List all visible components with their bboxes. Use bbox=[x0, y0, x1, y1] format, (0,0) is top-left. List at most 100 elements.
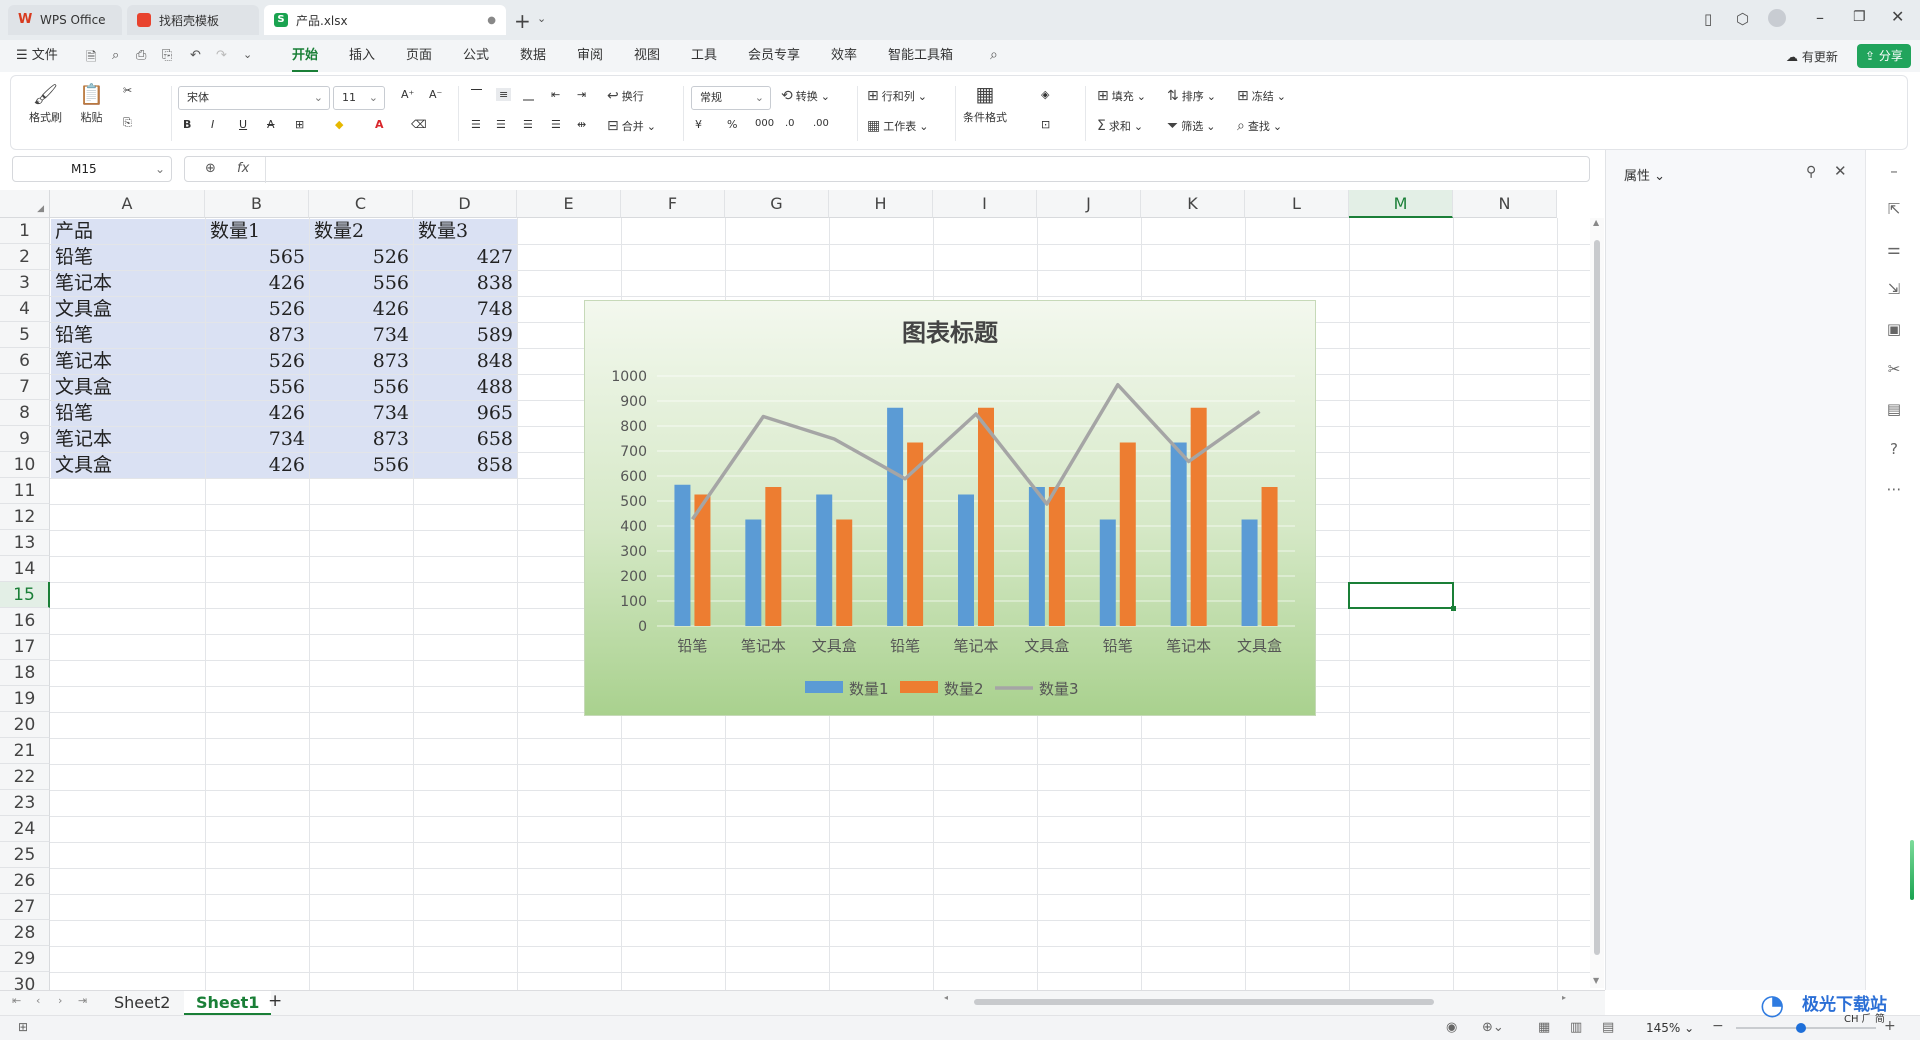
last-sheet-icon[interactable]: ⇥ bbox=[78, 994, 87, 1007]
header-cell[interactable]: 产品 bbox=[51, 219, 205, 244]
row-header-16[interactable]: 16 bbox=[0, 608, 50, 634]
cut-icon[interactable]: ✂ bbox=[123, 84, 132, 97]
row-header-18[interactable]: 18 bbox=[0, 660, 50, 686]
update-button[interactable]: ☁ 有更新 bbox=[1786, 48, 1838, 65]
select-all-corner[interactable]: ◢ bbox=[0, 190, 50, 218]
zoom-level[interactable]: 145% ⌄ bbox=[1646, 1021, 1694, 1035]
table-style-icon[interactable]: ⊡ bbox=[1041, 118, 1050, 131]
cell-style-icon[interactable]: ◈ bbox=[1041, 88, 1049, 101]
menu-view[interactable]: 视图 bbox=[634, 40, 660, 72]
normal-view-icon[interactable]: ▦ bbox=[1538, 1020, 1550, 1035]
currency-icon[interactable]: ¥ bbox=[695, 118, 702, 131]
menu-smart-toolbox[interactable]: 智能工具箱 bbox=[888, 40, 953, 72]
add-sheet-icon[interactable]: + bbox=[268, 991, 282, 1011]
table-cell[interactable]: 734 bbox=[310, 401, 413, 426]
share-button[interactable]: ⇪ 分享 bbox=[1857, 44, 1911, 68]
row-header-2[interactable]: 2 bbox=[0, 244, 50, 270]
row-header-19[interactable]: 19 bbox=[0, 686, 50, 712]
scroll-left-icon[interactable]: ◂ bbox=[944, 993, 948, 1002]
menu-insert[interactable]: 插入 bbox=[349, 40, 375, 72]
freeze-button[interactable]: ⊞ 冻结 ⌄ bbox=[1237, 88, 1286, 104]
copy-icon[interactable]: ⎘ bbox=[123, 116, 132, 130]
table-cell[interactable]: 文具盒 bbox=[51, 375, 205, 400]
row-header-13[interactable]: 13 bbox=[0, 530, 50, 556]
row-header-1[interactable]: 1 bbox=[0, 218, 50, 244]
row-header-9[interactable]: 9 bbox=[0, 426, 50, 452]
row-header-23[interactable]: 23 bbox=[0, 790, 50, 816]
thousands-icon[interactable]: 000 bbox=[755, 118, 774, 129]
table-cell[interactable]: 556 bbox=[310, 453, 413, 478]
menu-review[interactable]: 审阅 bbox=[577, 40, 603, 72]
menu-tools[interactable]: 工具 bbox=[691, 40, 717, 72]
table-cell[interactable]: 铅笔 bbox=[51, 245, 205, 270]
bold-icon[interactable]: B bbox=[183, 118, 191, 131]
column-header-h[interactable]: H bbox=[829, 190, 933, 218]
menu-data[interactable]: 数据 bbox=[520, 40, 546, 72]
row-header-26[interactable]: 26 bbox=[0, 868, 50, 894]
minimize-icon[interactable]: – bbox=[1816, 8, 1824, 27]
increase-decimal-icon[interactable]: .0 bbox=[785, 118, 795, 129]
table-cell[interactable]: 427 bbox=[414, 245, 517, 270]
scrollbar-thumb[interactable] bbox=[1594, 240, 1600, 955]
sort-button[interactable]: ⇅ 排序 ⌄ bbox=[1167, 88, 1216, 104]
row-header-14[interactable]: 14 bbox=[0, 556, 50, 582]
table-cell[interactable]: 556 bbox=[310, 375, 413, 400]
column-header-f[interactable]: F bbox=[621, 190, 725, 218]
zoom-slider[interactable] bbox=[1736, 1023, 1876, 1033]
row-header-10[interactable]: 10 bbox=[0, 452, 50, 478]
column-header-g[interactable]: G bbox=[725, 190, 829, 218]
row-header-11[interactable]: 11 bbox=[0, 478, 50, 504]
table-cell[interactable]: 873 bbox=[206, 323, 309, 348]
avatar[interactable] bbox=[1768, 9, 1786, 27]
row-header-15[interactable]: 15 bbox=[0, 582, 50, 608]
table-cell[interactable]: 556 bbox=[206, 375, 309, 400]
merge-button[interactable]: ⊟ 合并 ⌄ bbox=[607, 118, 656, 134]
hscroll-thumb[interactable] bbox=[974, 999, 1434, 1005]
scroll-right-icon[interactable]: ▸ bbox=[1562, 993, 1566, 1002]
row-header-27[interactable]: 27 bbox=[0, 894, 50, 920]
table-cell[interactable]: 965 bbox=[414, 401, 517, 426]
table-cell[interactable]: 526 bbox=[310, 245, 413, 270]
table-cell[interactable]: 848 bbox=[414, 349, 517, 374]
print-icon[interactable]: ⎙ bbox=[136, 48, 146, 63]
more-icon[interactable]: ⌄ bbox=[243, 48, 252, 61]
table-cell[interactable]: 526 bbox=[206, 349, 309, 374]
font-color-icon[interactable]: A bbox=[375, 118, 384, 131]
row-header-21[interactable]: 21 bbox=[0, 738, 50, 764]
increase-font-icon[interactable]: A⁺ bbox=[401, 88, 414, 101]
table-cell[interactable]: 笔记本 bbox=[51, 427, 205, 452]
row-header-22[interactable]: 22 bbox=[0, 764, 50, 790]
fill-color-icon[interactable]: ◆ bbox=[335, 118, 343, 131]
eye-icon[interactable]: ◉ bbox=[1446, 1020, 1457, 1035]
image-icon[interactable]: ▣ bbox=[1884, 320, 1904, 340]
align-right-icon[interactable]: ☰ bbox=[523, 118, 533, 131]
redo-icon[interactable]: ↷ bbox=[216, 48, 227, 63]
sheet-tab-sheet2[interactable]: Sheet2 bbox=[104, 991, 180, 1015]
close-icon[interactable]: ✕ bbox=[1891, 7, 1904, 26]
pin-icon[interactable]: ⚲ bbox=[1806, 164, 1816, 180]
print-preview-icon[interactable]: ⎘ bbox=[162, 48, 172, 63]
menu-efficiency[interactable]: 效率 bbox=[831, 40, 857, 72]
scroll-up-icon[interactable]: ▲ bbox=[1593, 218, 1599, 227]
row-header-25[interactable]: 25 bbox=[0, 842, 50, 868]
zoom-slider-thumb[interactable] bbox=[1796, 1023, 1806, 1033]
underline-icon[interactable]: U bbox=[239, 118, 247, 131]
table-cell[interactable]: 526 bbox=[206, 297, 309, 322]
unsaved-dot-icon[interactable]: ● bbox=[487, 15, 496, 26]
table-cell[interactable]: 734 bbox=[310, 323, 413, 348]
column-header-j[interactable]: J bbox=[1037, 190, 1141, 218]
embedded-chart[interactable]: 图表标题 0 100 200 300 400 500 600 700 800 900 1000 铅笔 笔记… bbox=[584, 300, 1316, 716]
menu-formula[interactable]: 公式 bbox=[463, 40, 489, 72]
fx-icon[interactable]: fx bbox=[237, 161, 249, 176]
macro-icon[interactable]: ⊞ bbox=[18, 1020, 28, 1034]
row-header-12[interactable]: 12 bbox=[0, 504, 50, 530]
distribute-icon[interactable]: ⇹ bbox=[577, 118, 586, 131]
header-cell[interactable]: 数量2 bbox=[310, 219, 413, 244]
column-header-n[interactable]: N bbox=[1453, 190, 1557, 218]
row-header-20[interactable]: 20 bbox=[0, 712, 50, 738]
zoom-out-icon[interactable]: − bbox=[1712, 1018, 1724, 1034]
table-cell[interactable]: 873 bbox=[310, 349, 413, 374]
row-header-17[interactable]: 17 bbox=[0, 634, 50, 660]
row-header-29[interactable]: 29 bbox=[0, 946, 50, 972]
table-cell[interactable]: 文具盒 bbox=[51, 297, 205, 322]
